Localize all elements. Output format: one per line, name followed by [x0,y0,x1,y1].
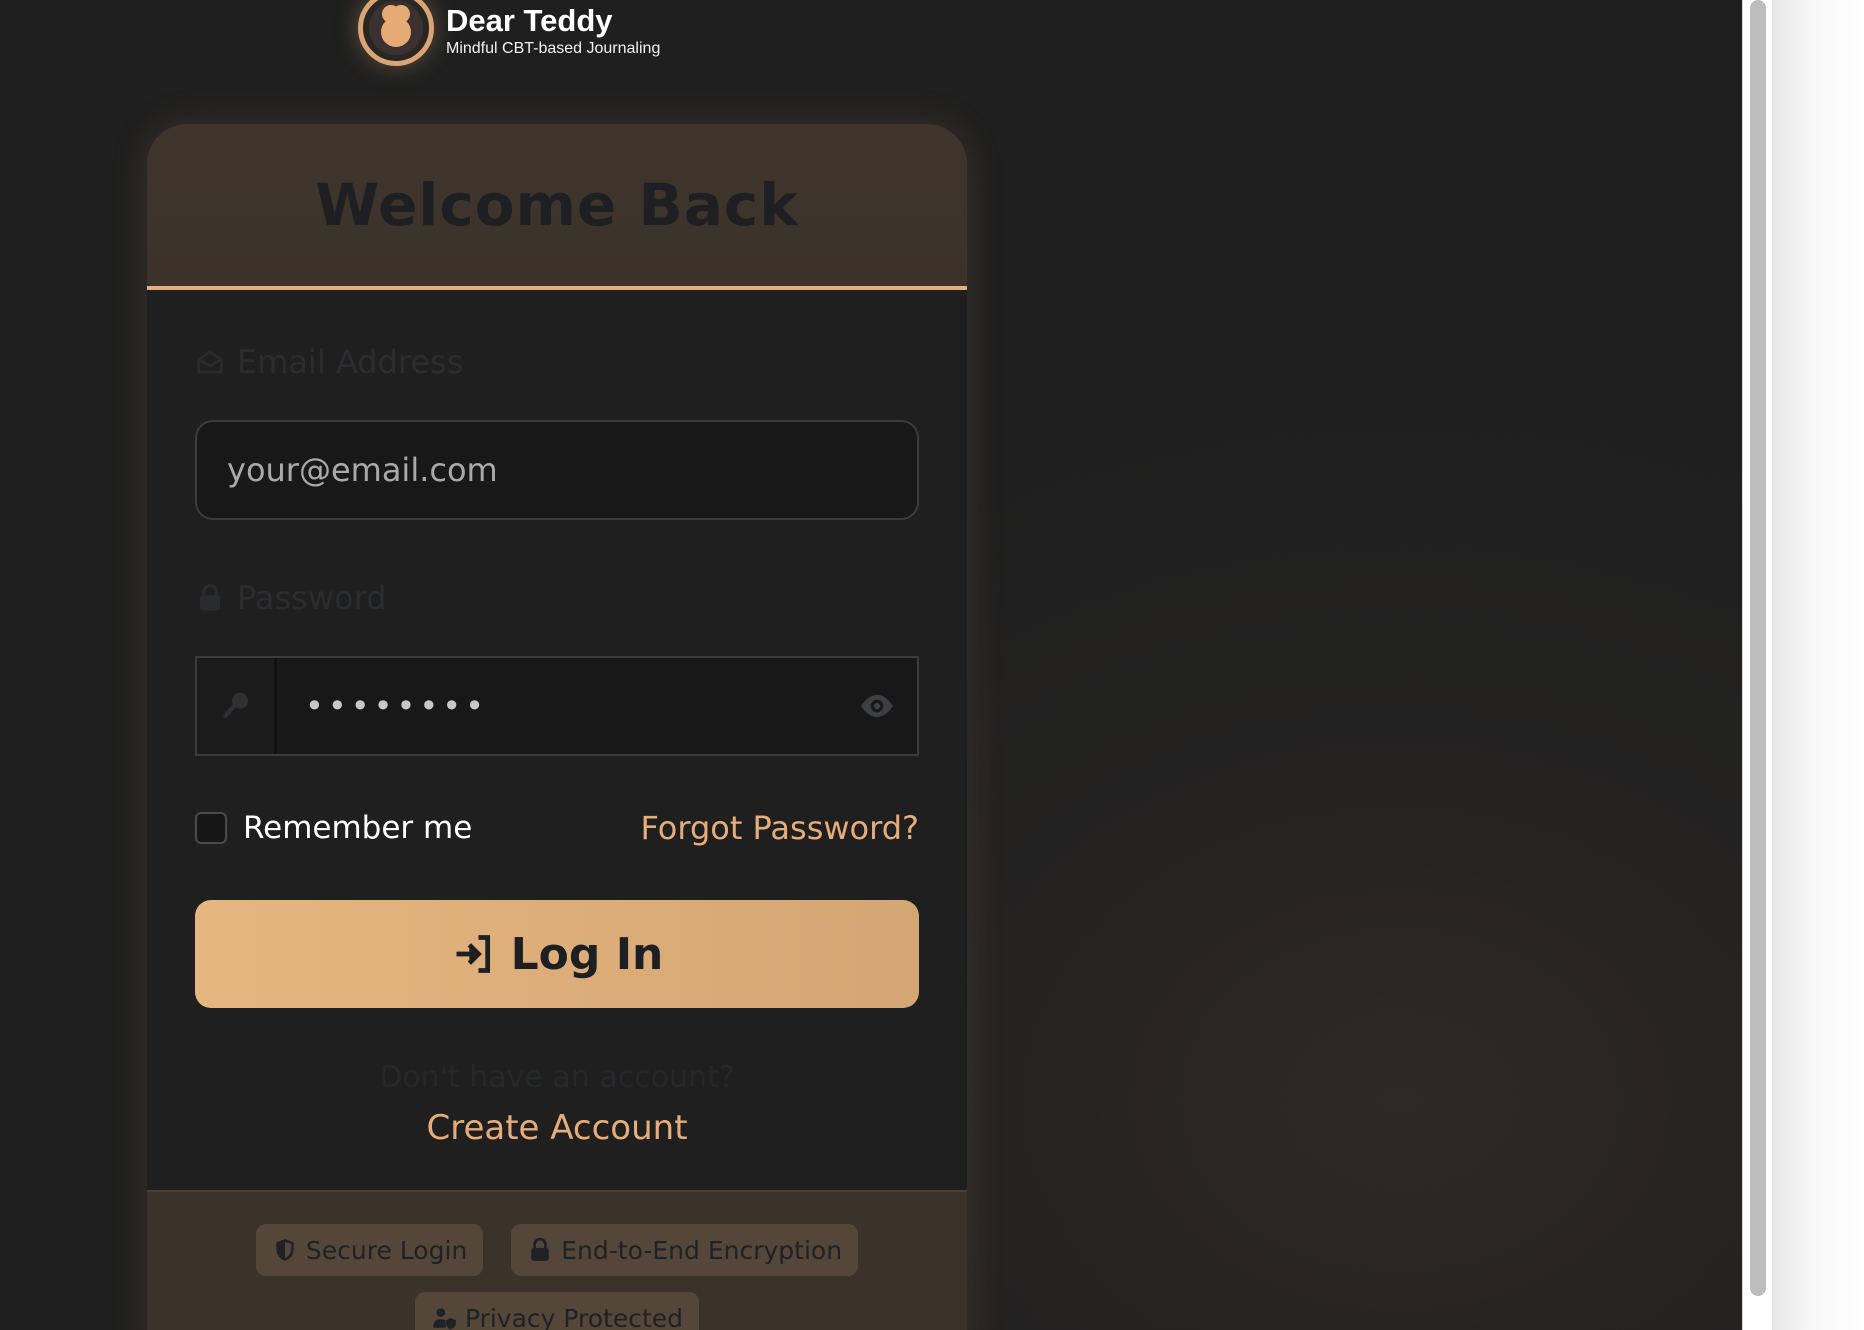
login-card: Welcome Back Email Address Password [147,124,967,1330]
email-label: Email Address [195,342,919,382]
brand-text: Dear Teddy Mindful CBT-based Journaling [446,3,660,59]
window-edge [1772,0,1864,1330]
brand-name: Dear Teddy [446,3,613,38]
encryption-badge: End-to-End Encryption [511,1224,859,1276]
brand-tagline: Mindful CBT-based Journaling [446,40,661,57]
eye-icon[interactable] [837,658,917,754]
email-label-text: Email Address [237,343,464,381]
remember-me[interactable]: Remember me [195,810,472,846]
remember-me-checkbox[interactable] [195,812,227,844]
privacy-badge: Privacy Protected [414,1292,700,1330]
lock-icon [531,1237,549,1261]
badges-row-2: Privacy Protected [147,1292,967,1330]
password-field-box[interactable]: •••••••• [195,656,919,756]
badges-row: Secure Login End-to-End Encryption [147,1224,967,1276]
login-form: Email Address Password •••••••• [147,290,967,1148]
badge-label: End-to-End Encryption [561,1235,843,1265]
email-field[interactable] [227,451,887,489]
user-shield-icon [433,1308,456,1330]
lock-icon [200,583,220,611]
password-label-text: Password [237,579,387,617]
email-field-box[interactable] [195,420,919,520]
create-account-link[interactable]: Create Account [195,1108,919,1148]
sign-in-icon [456,935,490,973]
scrollbar-thumb[interactable] [1750,0,1766,1296]
remember-me-label[interactable]: Remember me [243,810,472,846]
envelope-open-icon [197,350,223,374]
login-options: Remember me Forgot Password? [195,809,920,847]
password-value: •••••••• [305,687,488,725]
card-header: Welcome Back [147,124,967,290]
brand[interactable]: Dear Teddy Mindful CBT-based Journaling [358,0,660,66]
shield-icon [276,1239,294,1261]
password-label: Password [195,578,919,618]
badge-label: Secure Login [305,1235,468,1265]
password-field[interactable]: •••••••• [277,658,837,754]
signup-prompt: Don't have an account? [379,1060,735,1095]
forgot-password-link[interactable]: Forgot Password? [641,809,920,847]
badge-label: Privacy Protected [464,1303,684,1330]
page-title: Welcome Back [315,171,799,239]
login-button-label: Log In [510,928,664,980]
secure-login-badge: Secure Login [255,1224,484,1276]
key-icon [197,658,277,754]
login-button[interactable]: Log In [195,900,919,1008]
card-footer: Secure Login End-to-End Encryption Priva… [147,1190,967,1330]
teddy-bear-logo-icon [358,0,434,66]
